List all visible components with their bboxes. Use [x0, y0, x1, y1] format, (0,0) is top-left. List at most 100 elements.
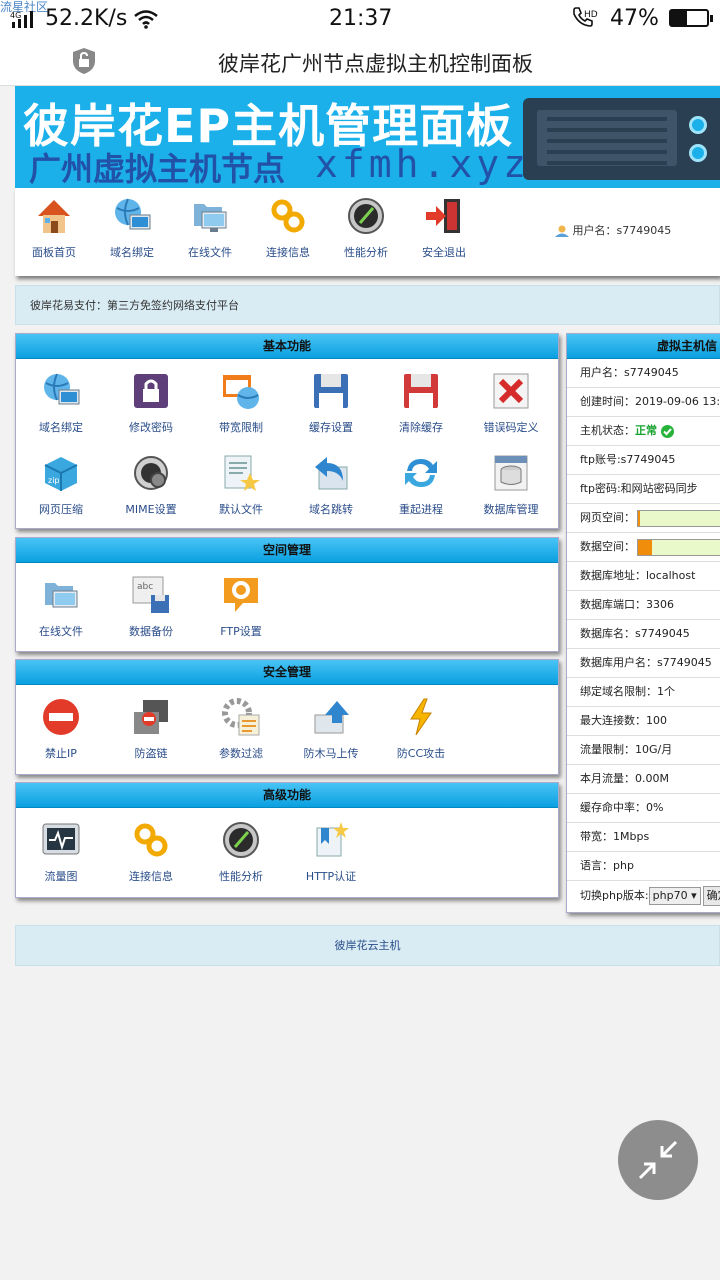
- info-ftp-account: ftp账号:s7749045: [567, 446, 720, 475]
- collapse-arrows-icon: [638, 1140, 678, 1180]
- panel-title: 基本功能: [16, 334, 558, 359]
- nav-connection-info[interactable]: 连接信息: [251, 194, 325, 260]
- advanced-connection-info[interactable]: 连接信息: [106, 820, 196, 884]
- basic-change-password[interactable]: 修改密码: [106, 371, 196, 435]
- battery-percent: 47%: [610, 6, 659, 31]
- lock-shield-icon: [73, 48, 95, 74]
- lightning-icon: [410, 698, 432, 736]
- info-cache-hit: 缓存命中率：0%: [567, 794, 720, 823]
- grid-label: 防CC攻击: [396, 747, 446, 760]
- info-ftp-password: ftp密码:和网站密码同步: [567, 475, 720, 504]
- grid-label: 清除缓存: [399, 421, 443, 434]
- status-value: 正常: [635, 424, 657, 437]
- grid-label: 域名绑定: [39, 421, 83, 434]
- grid-label: 修改密码: [129, 421, 173, 434]
- nav-label: 域名绑定: [110, 246, 154, 259]
- grid-label: FTP设置: [220, 625, 262, 638]
- basic-cache-settings[interactable]: 缓存设置: [286, 371, 376, 435]
- folder-monitor-icon: [45, 583, 78, 608]
- security-param-filter[interactable]: 参数过滤: [196, 697, 286, 761]
- info-username: 用户名：s7749045: [567, 359, 720, 388]
- grid-label: 缓存设置: [309, 421, 353, 434]
- info-max-conn: 最大连接数：100: [567, 707, 720, 736]
- panel-basic: 基本功能 域名绑定 修改密码 带宽限制 缓存设置 清除缓存 错误码定义 zip 网…: [15, 333, 559, 529]
- grid-label: 网页压缩: [39, 503, 83, 516]
- php-version-select[interactable]: php70 ▾: [648, 887, 701, 905]
- basic-error-pages[interactable]: 错误码定义: [466, 371, 556, 435]
- basic-default-file[interactable]: 默认文件: [196, 453, 286, 517]
- grid-label: MIME设置: [125, 503, 177, 516]
- security-anti-cc[interactable]: 防CC攻击: [376, 697, 466, 761]
- exit-door-icon: [426, 199, 460, 233]
- advanced-performance[interactable]: 性能分析: [196, 820, 286, 884]
- banner: 彼岸花EP主机管理面板 广州虚拟主机节点 xfmh.xyz: [15, 86, 720, 188]
- advanced-traffic-graph[interactable]: 流量图: [16, 820, 106, 884]
- basic-clear-cache[interactable]: 清除缓存: [376, 371, 466, 435]
- basic-domain-bind[interactable]: 域名绑定: [16, 371, 106, 435]
- space-ftp-settings[interactable]: FTP设置: [196, 575, 286, 639]
- nav-domain-bind[interactable]: 域名绑定: [95, 194, 169, 260]
- database-icon: [494, 455, 528, 491]
- wifi-icon: [134, 10, 158, 29]
- grid-label: 禁止IP: [45, 747, 77, 760]
- current-user: 用户名：s7749045: [555, 222, 671, 238]
- nav-home[interactable]: 面板首页: [17, 194, 91, 260]
- basic-restart-process[interactable]: 重起进程: [376, 453, 466, 517]
- basic-database-manage[interactable]: 数据库管理: [466, 453, 556, 517]
- monitor-chart-icon: [42, 823, 80, 855]
- space-data-backup[interactable]: abc 数据备份: [106, 575, 196, 639]
- floppy-disk-red-icon: [404, 374, 438, 408]
- grid-label: 数据库管理: [483, 503, 539, 516]
- clock: 21:37: [329, 6, 393, 31]
- username-label: 用户名：s7749045: [572, 224, 672, 237]
- refresh-icon: [405, 459, 437, 487]
- banner-subtitle: 广州虚拟主机节点: [29, 150, 286, 188]
- basic-page-compress[interactable]: zip 网页压缩: [16, 453, 106, 517]
- web-space-label: 网页空间：: [580, 511, 635, 524]
- globe-monitor-icon: [44, 373, 80, 405]
- gear-document-icon: [222, 698, 260, 736]
- info-db-space: 数据空间：: [567, 533, 720, 562]
- web-space-bar: [637, 510, 720, 527]
- backup-disk-icon: abc: [132, 576, 169, 613]
- svg-text:abc: abc: [137, 582, 153, 592]
- nav-online-files[interactable]: 在线文件: [173, 194, 247, 260]
- db-space-fill: [638, 540, 653, 555]
- basic-domain-redirect[interactable]: 域名跳转: [286, 453, 376, 517]
- collapse-button[interactable]: [618, 1120, 698, 1200]
- battery-icon: [669, 9, 713, 27]
- dropdown-arrow-icon: ▾: [691, 889, 697, 902]
- nav-logout[interactable]: 安全退出: [407, 194, 481, 260]
- grid-label: 性能分析: [219, 870, 263, 883]
- db-space-label: 数据空间：: [580, 540, 635, 553]
- grid-label: 连接信息: [129, 870, 173, 883]
- floppy-disk-icon: [314, 374, 348, 408]
- basic-mime-settings[interactable]: MIME设置: [106, 453, 196, 517]
- chain-link-icon: [134, 823, 168, 857]
- basic-bandwidth-limit[interactable]: 带宽限制: [196, 371, 286, 435]
- panel-space: 空间管理 在线文件 abc 数据备份 FTP设置: [15, 537, 559, 652]
- nav-performance[interactable]: 性能分析: [329, 194, 403, 260]
- top-nav: 面板首页 域名绑定 在线文件 连接信息 性能分析 安全退出 用户名：s77490…: [15, 188, 720, 276]
- nav-label: 在线文件: [188, 246, 232, 259]
- security-anti-leech[interactable]: 防盗链: [106, 697, 196, 761]
- info-db-port: 数据库端口：3306: [567, 591, 720, 620]
- status-label: 主机状态：: [580, 424, 635, 437]
- security-anti-trojan-upload[interactable]: 防木马上传: [286, 697, 376, 761]
- space-online-files[interactable]: 在线文件: [16, 575, 106, 639]
- gauge-icon: [348, 198, 384, 234]
- pay-notice[interactable]: 彼岸花易支付：第三方免签约网络支付平台: [15, 285, 720, 325]
- advanced-http-auth[interactable]: HTTP认证: [286, 820, 376, 884]
- confirm-button[interactable]: 确定: [702, 886, 720, 906]
- info-created: 创建时间：2019-09-06 13:5: [567, 388, 720, 417]
- grid-label: 默认文件: [219, 503, 263, 516]
- document-star-icon: [224, 455, 260, 491]
- user-icon: [555, 225, 569, 237]
- php-switch-label: 切换php版本:: [580, 889, 649, 902]
- chain-link-icon: [271, 199, 305, 233]
- grid-label: 重起进程: [399, 503, 443, 516]
- security-block-ip[interactable]: 禁止IP: [16, 697, 106, 761]
- nav-label: 连接信息: [266, 246, 310, 259]
- grid-label: 错误码定义: [483, 421, 539, 434]
- grid-label: 参数过滤: [219, 747, 263, 760]
